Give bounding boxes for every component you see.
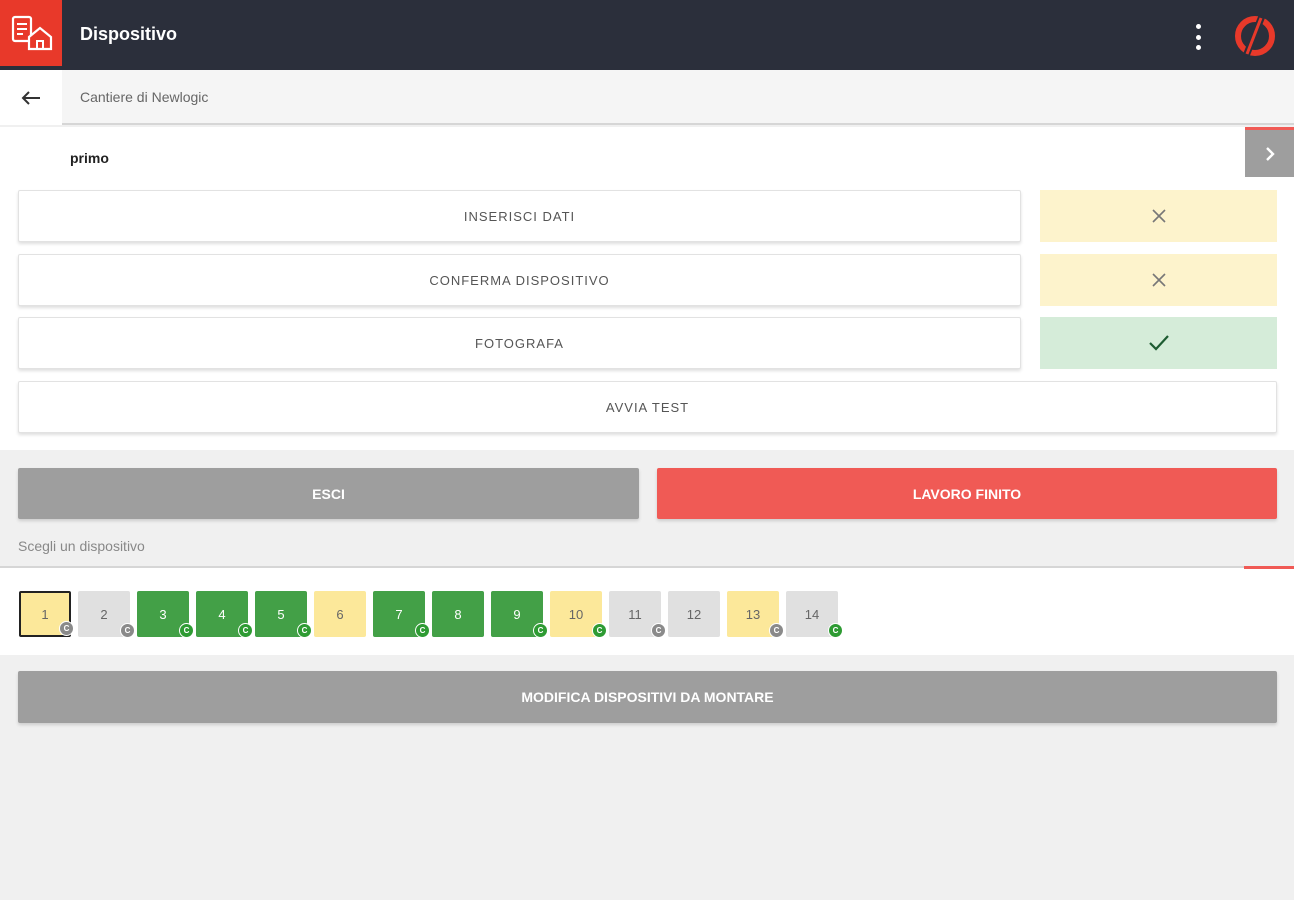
device-tile-10[interactable]: 10 C — [550, 591, 607, 638]
device-tile-3[interactable]: 3C — [137, 591, 194, 638]
chevron-right-icon — [1265, 146, 1275, 161]
device-selector: 1 C 2 C 3 C 4 C 5 C 6 7 C 8 9 C 10 C 11 C 12 13 C 14 C — [0, 566, 1294, 655]
device-tile-number: 10 — [568, 606, 584, 622]
more-vertical-icon[interactable] — [1186, 20, 1210, 54]
device-panel: primo INSERISCI DATI CONFERMA DISPOSITIV… — [0, 127, 1294, 450]
brand-logo-icon — [1235, 14, 1275, 58]
confirm-device-status — [1040, 254, 1277, 306]
next-device-button[interactable] — [1245, 127, 1294, 177]
device-tile-number: 12 — [686, 606, 702, 622]
strip-accent — [1244, 566, 1294, 569]
device-tile-11[interactable]: 11 C — [609, 591, 666, 638]
device-badge-icon: C — [828, 623, 843, 638]
modify-devices-button[interactable]: MODIFICA DISPOSITIVI DA MONTARE — [18, 671, 1277, 723]
device-badge-icon: C — [769, 623, 784, 638]
menu-dot — [1195, 24, 1201, 29]
device-tile-6[interactable]: 6 — [314, 591, 366, 637]
device-tile-7[interactable]: 7C — [373, 591, 430, 638]
device-tile-5[interactable]: 5C — [255, 591, 312, 638]
device-tile-number: 2 — [100, 606, 108, 622]
breadcrumb-bar: Cantiere di Newlogic — [0, 70, 1294, 125]
device-badge-icon: C — [120, 623, 135, 638]
device-tile-number: 14 — [804, 606, 820, 622]
page-title: Dispositivo — [80, 24, 178, 44]
device-tile-12[interactable]: 12 — [668, 591, 720, 637]
device-tile-14[interactable]: 14 C — [786, 591, 843, 638]
device-tile-4[interactable]: 4C — [196, 591, 253, 638]
finish-work-button[interactable]: LAVORO FINITO — [657, 468, 1277, 519]
device-badge-icon: C — [415, 623, 430, 638]
device-tile-number: 3 — [159, 606, 167, 622]
menu-dot — [1195, 34, 1201, 40]
device-tile-number: 9 — [513, 606, 521, 622]
device-tile-number: 11 — [628, 606, 642, 622]
close-icon — [1151, 209, 1166, 223]
photograph-status — [1040, 317, 1277, 369]
device-tile-number: 6 — [336, 606, 344, 622]
insert-data-status — [1040, 190, 1277, 242]
device-tile-8[interactable]: 8 — [432, 591, 484, 637]
back-button[interactable] — [0, 70, 62, 125]
menu-dot — [1195, 45, 1201, 50]
start-test-button[interactable]: AVVIA TEST — [18, 381, 1277, 433]
breadcrumb: Cantiere di Newlogic — [80, 89, 209, 105]
device-tile-number: 5 — [277, 606, 285, 622]
device-tile-number: 13 — [745, 606, 761, 622]
device-tile-2[interactable]: 2C — [78, 591, 135, 638]
confirm-device-button[interactable]: CONFERMA DISPOSITIVO — [18, 254, 1021, 306]
app-header: Dispositivo — [0, 0, 1294, 70]
device-tile-number: 1 — [41, 606, 49, 622]
arrow-left-icon — [21, 90, 40, 105]
device-tile-1[interactable]: 1C — [19, 591, 74, 637]
device-tile-13[interactable]: 13 C — [727, 591, 784, 638]
device-badge-icon: C — [238, 623, 253, 638]
device-badge-icon: C — [533, 623, 548, 638]
device-tile-number: 7 — [395, 606, 403, 622]
insert-data-button[interactable]: INSERISCI DATI — [18, 190, 1021, 242]
choose-device-label: Scegli un dispositivo — [18, 538, 145, 554]
device-badge-icon: C — [179, 623, 194, 638]
app-logo[interactable] — [0, 0, 62, 66]
exit-button[interactable]: ESCI — [18, 468, 639, 519]
device-badge-icon: C — [592, 623, 607, 638]
house-document-icon — [11, 15, 53, 51]
close-icon — [1151, 273, 1166, 287]
device-tile-number: 8 — [454, 606, 462, 622]
check-icon — [1148, 335, 1169, 351]
device-badge-icon: C — [651, 623, 666, 638]
device-tile-number: 4 — [218, 606, 226, 622]
photograph-button[interactable]: FOTOGRAFA — [18, 317, 1021, 369]
device-tile-9[interactable]: 9C — [491, 591, 548, 638]
device-badge-icon: C — [297, 623, 312, 638]
device-badge-icon: C — [59, 621, 74, 636]
device-name: primo — [70, 150, 109, 166]
